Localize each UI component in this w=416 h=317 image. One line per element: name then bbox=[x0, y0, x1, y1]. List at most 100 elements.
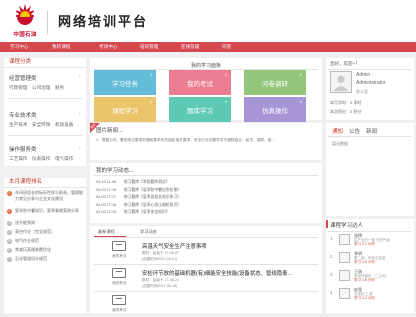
nav-exam-center[interactable]: 考试中心 bbox=[99, 43, 117, 51]
cnpc-logo[interactable]: 中国石油 bbox=[8, 3, 42, 39]
study-tile[interactable]: 学习任务 4 bbox=[94, 70, 156, 95]
rank-course-title[interactable]: 电气作业规范 bbox=[15, 238, 85, 244]
exam-created: (创建时间2017-06-01) bbox=[142, 257, 178, 261]
user-panel: 您好，欢迎~！ Admin Administrator 办公室 本月学时：0 学… bbox=[326, 58, 414, 120]
site-title: 网络培训平台 bbox=[58, 15, 149, 30]
tile-label: 学习任务 bbox=[112, 81, 138, 88]
course-class-panel: 课程分类 经营管理类 行政管理 公司治理 财务 › 专业技术类 生产技术 安全环… bbox=[4, 58, 86, 166]
nav-training-mgmt[interactable]: 培训管理 bbox=[140, 43, 158, 51]
tab-news[interactable]: 新闻 bbox=[366, 127, 377, 135]
dynamic-text[interactable]: 练习题库《夏季心急压缩机知识》 bbox=[124, 203, 181, 208]
learner-avatar[interactable] bbox=[339, 234, 350, 245]
divider bbox=[94, 237, 318, 238]
dynamic-text[interactable]: 练习题库《夏季防中暑应急处理》 bbox=[124, 188, 181, 193]
exam-item[interactable]: 我的考试 安检环节放的基础机器(有)细能安全技能(设备状态、管线隐患... 限时：结… bbox=[112, 268, 308, 290]
news-text[interactable]: 1、根据公司、集团电汉要求的通知要求有关组织相关要求，安全行业问题学员与课程组合… bbox=[96, 137, 318, 143]
learner-avatar[interactable] bbox=[339, 288, 350, 299]
rank-number-badge: 4 bbox=[7, 230, 12, 235]
news-title[interactable]: 图片新闻... bbox=[96, 126, 123, 134]
nav-learning-center[interactable]: 学习中心 bbox=[10, 43, 28, 51]
exam-caption: 我的考试 bbox=[112, 281, 127, 285]
tile-count: 0 bbox=[299, 72, 302, 77]
tile-label: 课程学习 bbox=[112, 108, 138, 115]
header: 中国石油 网络培训平台 bbox=[0, 0, 416, 42]
news-panel: 通知 图片新闻... 1、根据公司、集团电汉要求的通知要求有关组织相关要求，安全… bbox=[89, 122, 322, 160]
dynamic-date: 04-03 17:15 bbox=[96, 210, 117, 215]
divider bbox=[328, 69, 412, 70]
user-hours: 本月学时：0 学时 bbox=[330, 100, 362, 105]
learner-item[interactable]: 3 王刚 安全环保处（二公司） 学习 1.5 小时 bbox=[330, 269, 412, 283]
dynamic-text[interactable]: 练习题库《常规题库测试》 bbox=[124, 180, 170, 185]
chevron-right-icon[interactable]: › bbox=[79, 74, 81, 80]
course-class-title: 课程分类 bbox=[4, 58, 86, 68]
nav-survey[interactable]: 问卷 bbox=[222, 43, 231, 51]
rank-course-title[interactable]: 车间班组长的标杆性质与职责，管理能力常见分享与企业文化建设 bbox=[15, 190, 85, 201]
chevron-right-icon[interactable]: › bbox=[79, 145, 81, 151]
logo-text: 中国石油 bbox=[13, 32, 37, 38]
exam-title[interactable]: 安检环节放的基础机器(有)细能安全技能(设备状态、管线隐患... bbox=[142, 269, 292, 277]
study-panel-title: 我的学习面板 bbox=[190, 63, 221, 69]
learner-item[interactable]: 1 张德 生产运行一部 天然气部 学习 2.2 小时 bbox=[330, 233, 412, 247]
tile-label: 我的考试 bbox=[187, 81, 213, 88]
class-management[interactable]: 经营管理类 bbox=[9, 74, 37, 82]
class-operation[interactable]: 操作服务类 bbox=[9, 145, 37, 153]
tab-study-dynamics[interactable]: 学习动态 bbox=[140, 229, 157, 235]
user-score: 本次积分：0 积分 bbox=[330, 109, 362, 114]
exam-item[interactable]: 我的考试 高温天气安全生产注意事项 限时：结束于 17-06-07 (创建时间2017… bbox=[112, 241, 308, 263]
rank-course-title[interactable]: 夏季防中暑知识，夏季事故案例分享 bbox=[15, 208, 85, 214]
learner-item[interactable]: 4 赵强 石油化工 部学习 1.2 小时 bbox=[330, 287, 412, 301]
title-accent bbox=[326, 220, 328, 228]
class-operation-sub[interactable]: 工艺操作 仪表操作 电气操作 bbox=[9, 156, 73, 162]
nav-my-courses[interactable]: 我的课程 bbox=[52, 43, 70, 51]
learner-item[interactable]: 2 李明 第二部，炼化石油室 学习 2.0 小时 bbox=[330, 251, 412, 265]
divider bbox=[94, 264, 318, 265]
tile-count: 0 bbox=[224, 72, 227, 77]
rank-course-title[interactable]: 常减压蒸馏装置优化 bbox=[15, 247, 85, 253]
tile-count: 4 bbox=[149, 72, 152, 77]
dynamic-date: 04-03 17:19 bbox=[96, 187, 117, 192]
study-tile[interactable]: 课程学习 0 bbox=[94, 97, 156, 122]
study-tile[interactable]: 我的考试 0 bbox=[169, 70, 231, 95]
learner-rank: 2 bbox=[330, 254, 333, 259]
divider bbox=[8, 98, 82, 99]
divider bbox=[328, 231, 412, 232]
tab-latest-courses[interactable]: 最新课程 bbox=[98, 229, 115, 235]
rank-course-title[interactable]: 进不能到岗 bbox=[15, 220, 85, 226]
dynamic-date: 04-10 11:48 bbox=[96, 180, 116, 184]
rank-number-badge: 6 bbox=[7, 248, 12, 253]
learner-avatar[interactable] bbox=[339, 270, 350, 281]
tab-announcement[interactable]: 公告 bbox=[349, 127, 360, 135]
class-technical[interactable]: 专业技术类 bbox=[9, 111, 37, 119]
nav-online-qa[interactable]: 在线答疑 bbox=[181, 43, 199, 51]
learner-hours: 学习 2.0 小时 bbox=[354, 260, 375, 264]
exam-icon bbox=[112, 241, 126, 251]
dynamic-text[interactable]: 练习题库《夏季班组长知识练习》 bbox=[124, 195, 181, 200]
greeting: 您好，欢迎~！ bbox=[330, 61, 360, 66]
class-management-sub[interactable]: 行政管理 公司治理 财务 bbox=[9, 85, 64, 91]
main-nav: 学习中心 我的课程 考试中心 培训管理 在线答疑 问卷 bbox=[0, 42, 416, 52]
exam-title[interactable]: 高温天气安全生产注意事项 bbox=[142, 242, 207, 250]
study-tile[interactable]: 问卷调研 0 bbox=[244, 70, 306, 95]
tile-count: 0 bbox=[299, 99, 302, 104]
rank-number-badge: 5 bbox=[7, 239, 12, 244]
exam-icon bbox=[112, 295, 126, 305]
chevron-right-icon[interactable]: › bbox=[79, 111, 81, 117]
learner-avatar[interactable] bbox=[339, 252, 350, 263]
empty-message: 暂无数据 bbox=[332, 141, 348, 146]
exam-item[interactable]: 我的考试 bbox=[112, 295, 308, 317]
dynamic-text[interactable]: 练习题库《夏季安全知识》 bbox=[124, 210, 170, 215]
tab-notice[interactable]: 通知 bbox=[332, 127, 343, 135]
divider bbox=[8, 135, 82, 136]
user-role: Administrator bbox=[356, 80, 386, 86]
ranking-title: 本月课程排名 bbox=[4, 178, 86, 188]
rank-course-title[interactable]: 高空作业（完全规范） bbox=[15, 229, 85, 235]
rank-course-title[interactable]: 石化管道设计规范 bbox=[15, 256, 85, 262]
learner-rank: 1 bbox=[330, 236, 333, 241]
study-tile[interactable]: 仿真操作 0 bbox=[244, 97, 306, 122]
study-tile[interactable]: 题库学习 0 bbox=[169, 97, 231, 122]
avatar[interactable] bbox=[330, 71, 352, 93]
divider bbox=[94, 175, 318, 176]
class-technical-sub[interactable]: 生产技术 安全环保 机动设备 bbox=[9, 122, 73, 128]
learner-rank: 3 bbox=[330, 272, 333, 277]
dynamic-date: 04-03 17:16 bbox=[96, 202, 117, 207]
